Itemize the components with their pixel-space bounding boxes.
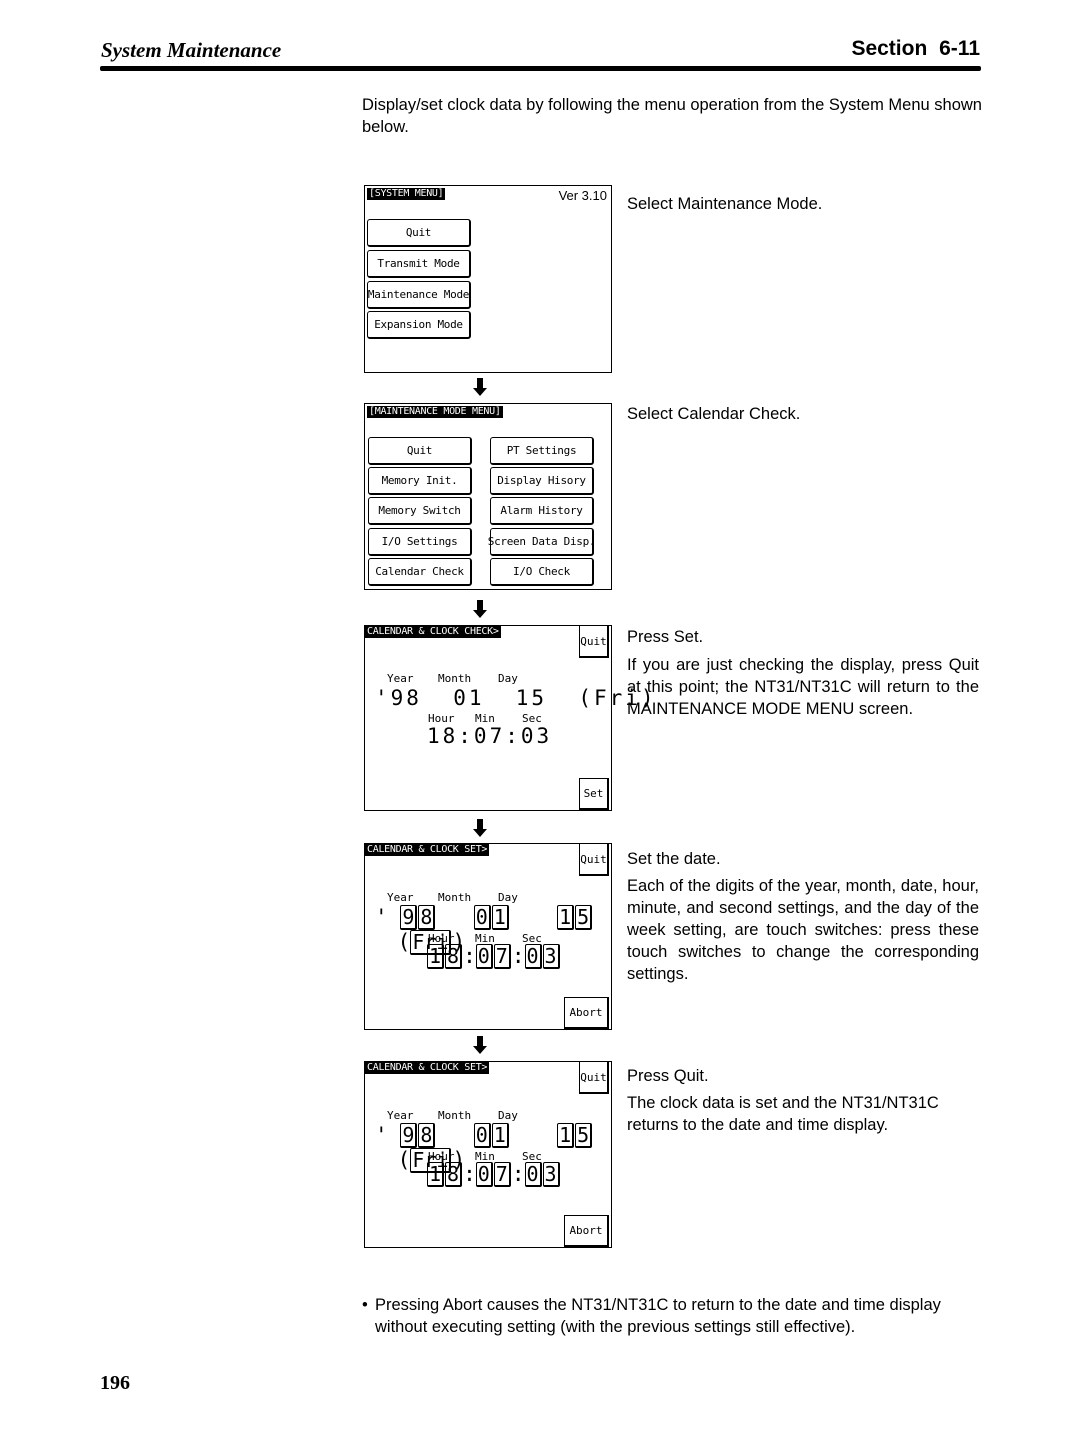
io-check-button[interactable]: I/O Check [490,558,594,586]
day-label: Day [498,891,518,904]
alarm-history-button[interactable]: Alarm History [490,497,594,525]
page-number: 196 [100,1372,130,1394]
abort-note: • Pressing Abort causes the NT31/NT31C t… [362,1294,984,1338]
abort-button[interactable]: Abort [564,1215,609,1247]
memory-init-button[interactable]: Memory Init. [368,467,472,495]
down-arrow-icon [473,600,487,618]
transmit-mode-button[interactable]: Transmit Mode [367,250,471,278]
step-4-desc: Each of the digits of the year, month, d… [627,877,979,983]
quit-button[interactable]: Quit [368,437,472,465]
year-label: Year [387,891,414,904]
second-tens-digit[interactable]: 0 [524,1162,542,1187]
step-4-title: Set the date. [627,850,721,868]
day-ones-digit[interactable]: 5 [575,1123,593,1148]
minute-ones-digit[interactable]: 7 [493,944,511,969]
paren-open: ( [397,930,411,954]
down-arrow-icon [473,1036,487,1054]
screen-title: CALENDAR & CLOCK SET> [365,1062,490,1074]
year-tens-digit[interactable]: 9 [400,905,418,930]
hour-tens-digit[interactable]: 1 [427,944,445,969]
time-row: 18:07:03 [427,944,561,969]
screen-title: CALENDAR & CLOCK CHECK> [365,626,501,638]
quit-button[interactable]: Quit [579,844,609,876]
hour-ones-digit[interactable]: 8 [445,1162,463,1187]
quit-button[interactable]: Quit [367,219,471,247]
quit-button[interactable]: Quit [579,626,609,658]
colon: : [511,944,525,968]
month-tens-digit[interactable]: 0 [473,905,491,930]
apostrophe: ' [375,1123,388,1147]
paren-open: ( [397,1148,411,1172]
date-display: '98 01 15 (Fri) [375,686,657,710]
minute-ones-digit[interactable]: 7 [493,1162,511,1187]
minute-tens-digit[interactable]: 0 [475,944,493,969]
time-row: 18:07:03 [427,1162,561,1187]
month-label: Month [438,1109,472,1122]
time-display: 18:07:03 [427,724,553,748]
month-ones-digit[interactable]: 1 [491,1123,509,1148]
bullet-icon: • [362,1296,368,1314]
second-ones-digit[interactable]: 3 [542,944,560,969]
screen-title: [SYSTEM MENU] [367,188,446,200]
year-ones-digit[interactable]: 8 [418,1123,436,1148]
hour-ones-digit[interactable]: 8 [445,944,463,969]
intro-paragraph: Display/set clock data by following the … [362,96,982,136]
day-label: Day [498,672,518,685]
screen-data-disp-button[interactable]: Screen Data Disp. [488,528,596,556]
day-tens-digit[interactable]: 1 [557,905,575,930]
abort-note-text: Pressing Abort causes the NT31/NT31C to … [375,1296,941,1336]
clock-set-screen: CALENDAR & CLOCK SET> Quit Year Month Da… [364,843,612,1030]
maintenance-menu-screen: [MAINTENANCE MODE MENU] Quit Memory Init… [364,403,612,590]
set-button[interactable]: Set [579,778,609,810]
day-tens-digit[interactable]: 1 [557,1123,575,1148]
step-5-desc: The clock data is set and the NT31/NT31C… [627,1094,939,1134]
day-label: Day [498,1109,518,1122]
version-label: Ver 3.10 [558,188,607,203]
quit-button[interactable]: Quit [579,1062,609,1094]
second-tens-digit[interactable]: 0 [524,944,542,969]
colon: : [463,944,476,968]
clock-set-screen-final: CALENDAR & CLOCK SET> Quit Year Month Da… [364,1061,612,1248]
clock-check-screen: CALENDAR & CLOCK CHECK> Quit Year Month … [364,625,654,811]
maintenance-mode-button[interactable]: Maintenance Mode [367,281,471,309]
step-1-title: Select Maintenance Mode. [627,195,823,213]
step-2-title: Select Calendar Check. [627,405,801,423]
abort-button[interactable]: Abort [564,997,609,1029]
second-ones-digit[interactable]: 3 [542,1162,560,1187]
down-arrow-icon [473,819,487,837]
month-ones-digit[interactable]: 1 [491,905,509,930]
month-label: Month [438,672,472,685]
down-arrow-icon [473,378,487,396]
display-history-button[interactable]: Display Hisory [490,467,594,495]
io-settings-button[interactable]: I/O Settings [368,528,472,556]
year-label: Year [387,672,414,685]
section-number: Section 6-11 [851,37,980,60]
header-rule [100,66,981,71]
expansion-mode-button[interactable]: Expansion Mode [367,311,471,339]
calendar-check-button[interactable]: Calendar Check [368,558,472,586]
year-label: Year [387,1109,414,1122]
chapter-title: System Maintenance [101,38,282,62]
screen-title: CALENDAR & CLOCK SET> [365,844,490,856]
step-3-desc: If you are just checking the display, pr… [627,656,979,718]
minute-tens-digit[interactable]: 0 [475,1162,493,1187]
year-tens-digit[interactable]: 9 [400,1123,418,1148]
screen-title: [MAINTENANCE MODE MENU] [367,406,503,418]
colon: : [463,1162,476,1186]
apostrophe: ' [375,905,388,929]
step-3-title: Press Set. [627,628,704,646]
month-label: Month [438,891,472,904]
colon: : [511,1162,525,1186]
day-ones-digit[interactable]: 5 [575,905,593,930]
step-5-title: Press Quit. [627,1067,709,1085]
month-tens-digit[interactable]: 0 [473,1123,491,1148]
system-menu-screen: [SYSTEM MENU] Ver 3.10 Quit Transmit Mod… [364,185,612,373]
pt-settings-button[interactable]: PT Settings [490,437,594,465]
hour-tens-digit[interactable]: 1 [427,1162,445,1187]
year-ones-digit[interactable]: 8 [418,905,436,930]
memory-switch-button[interactable]: Memory Switch [368,497,472,525]
